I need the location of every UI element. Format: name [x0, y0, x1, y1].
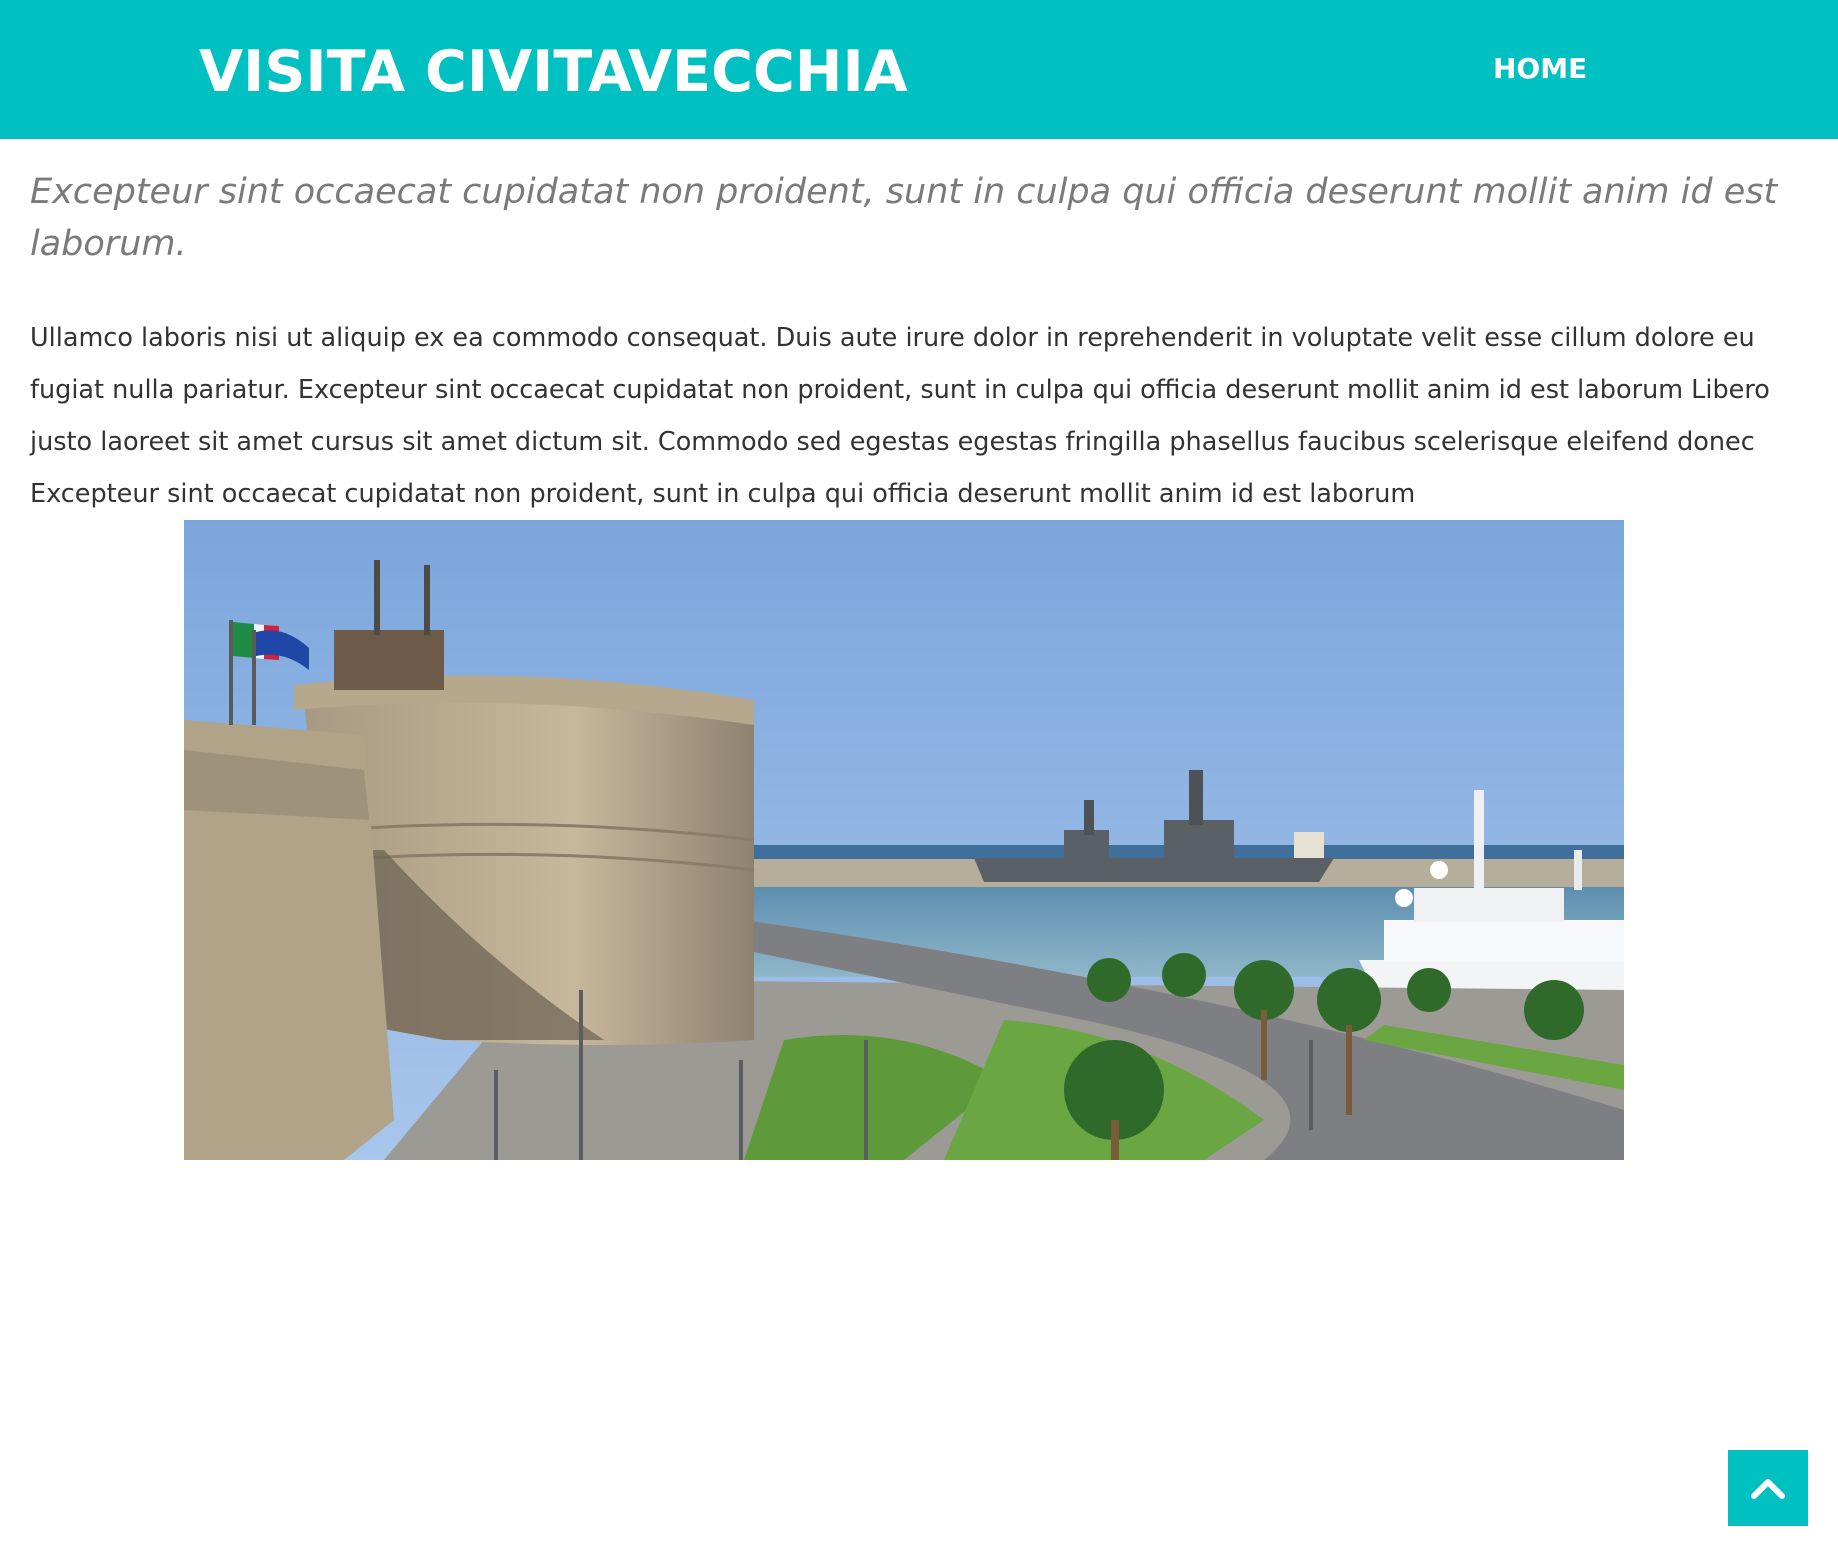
fortress-harbor-photo	[184, 520, 1624, 1160]
chevron-up-icon	[1751, 1479, 1785, 1499]
body-paragraph: Ullamco laboris nisi ut aliquip ex ea co…	[30, 323, 1770, 509]
site-header: VISITA CIVITAVECCHIA HOME	[0, 0, 1838, 139]
back-to-top-button[interactable]	[1728, 1450, 1808, 1526]
lead-paragraph: Excepteur sint occaecat cupidatat non pr…	[30, 172, 1778, 264]
nav-home-link[interactable]: HOME	[1493, 52, 1587, 86]
hero-image	[184, 520, 1624, 1160]
site-title[interactable]: VISITA CIVITAVECCHIA	[199, 38, 908, 106]
